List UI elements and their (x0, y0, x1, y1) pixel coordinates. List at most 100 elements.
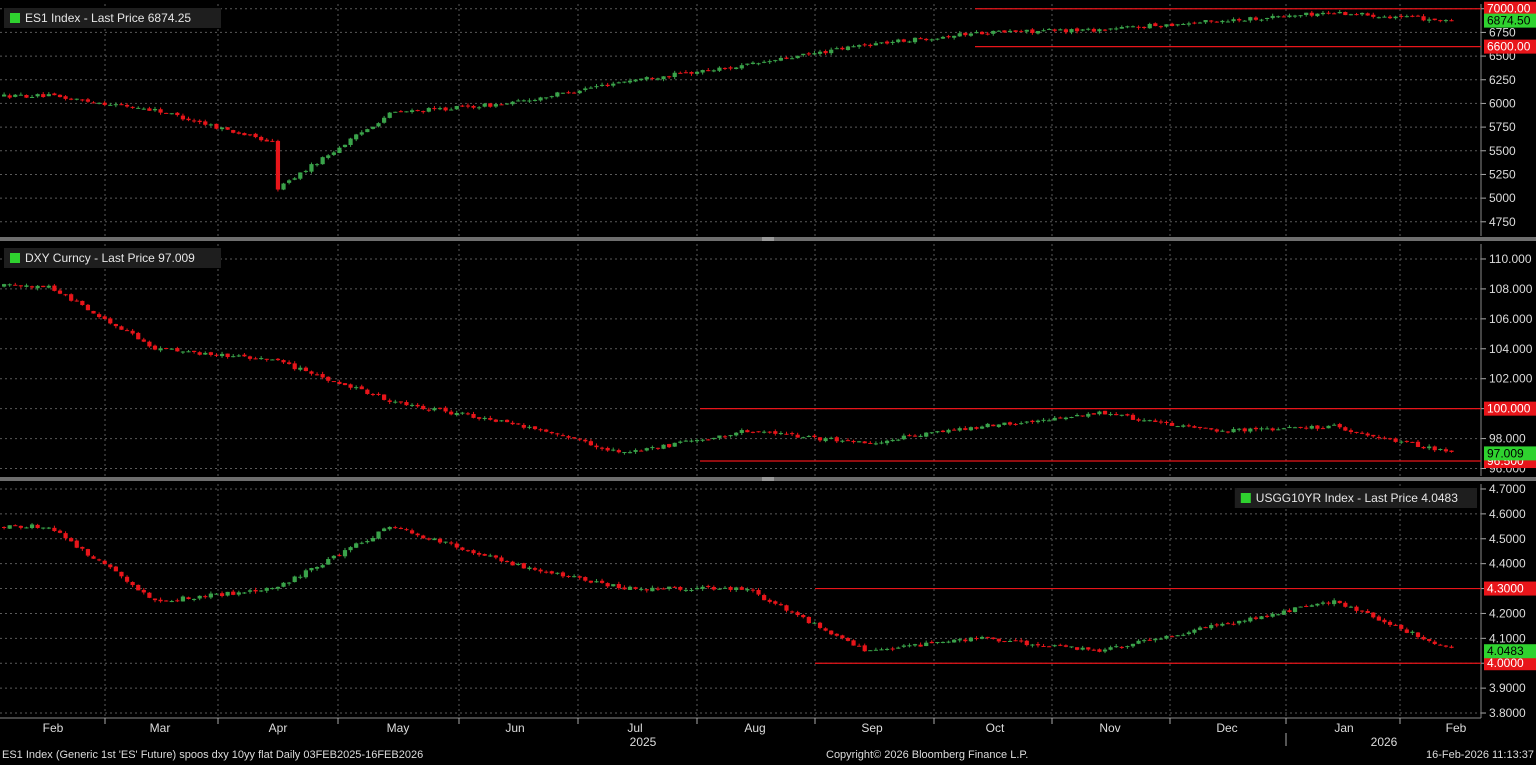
candle-body (1427, 638, 1432, 641)
candle-body (599, 84, 605, 86)
candle-body (851, 46, 856, 48)
candle-body (929, 432, 934, 434)
candle-body (991, 30, 996, 34)
candle-body (616, 450, 621, 453)
candle-body (1276, 614, 1281, 616)
candle-body (890, 440, 895, 442)
candle-body (1136, 640, 1141, 644)
candle-body (63, 294, 68, 296)
candle-body (750, 431, 756, 433)
candle-body (577, 90, 582, 94)
candle-body (762, 431, 767, 433)
candle-body (1030, 29, 1035, 33)
candle-body (667, 586, 672, 589)
candle-body (409, 404, 415, 406)
candle-body (639, 78, 644, 81)
candle-body (795, 612, 800, 616)
candle-body (7, 95, 12, 98)
candle-body (1220, 623, 1225, 626)
candle-body (1270, 613, 1275, 617)
candle-body (1304, 427, 1309, 429)
candle-body (1136, 419, 1141, 421)
candle-body (1192, 22, 1197, 24)
candle-body (186, 597, 191, 600)
candle-body (968, 427, 974, 431)
candle-body (1158, 421, 1164, 423)
candle-body (1091, 28, 1096, 32)
candle-body (1415, 632, 1421, 637)
candle-body (499, 420, 504, 422)
candle-body (119, 326, 124, 330)
candle-body (1242, 428, 1247, 432)
candle-body (583, 439, 588, 442)
candle-body (588, 441, 593, 446)
candle-body (292, 178, 297, 180)
candle-body (1332, 600, 1337, 605)
candle-body (298, 172, 303, 179)
candle-body (404, 402, 409, 406)
candle-body (80, 99, 85, 101)
candle-body (516, 423, 521, 425)
candle-body (1114, 414, 1119, 416)
y-tick-label: 3.8000 (1489, 706, 1526, 720)
candle-body (1169, 422, 1175, 426)
legend-swatch (10, 253, 20, 263)
candle-body (331, 555, 336, 559)
candle-body (627, 80, 633, 83)
candle-body (734, 432, 739, 436)
candle-body (728, 587, 733, 590)
candle-body (711, 437, 716, 440)
y-tick-label: 108.000 (1489, 282, 1533, 296)
candle-body (767, 431, 772, 433)
candle-body (884, 41, 890, 44)
candle-body (426, 108, 431, 112)
candle-body (443, 107, 448, 111)
candle-body (376, 123, 381, 127)
candle-body (1399, 624, 1404, 629)
candle-body (437, 407, 443, 409)
candle-body (1080, 647, 1085, 650)
candle-body (1371, 14, 1376, 17)
candle-body (488, 418, 493, 420)
candle-body (1091, 649, 1096, 651)
candle-body (1181, 634, 1186, 636)
candle-body (812, 53, 817, 55)
candle-body (952, 35, 957, 38)
candle-body (52, 527, 57, 532)
candle-body (840, 47, 845, 50)
candle-body (337, 381, 342, 384)
candle-body (672, 72, 677, 78)
candle-body (242, 592, 247, 594)
candle-body (471, 105, 476, 108)
candle-body (1080, 29, 1085, 31)
candle-body (1298, 606, 1303, 608)
candle-body (382, 528, 387, 532)
candle-body (197, 120, 202, 123)
candle-body (303, 170, 308, 172)
candle-body (929, 641, 934, 644)
candle-body (728, 435, 733, 437)
candle-body (1214, 429, 1219, 432)
candle-body (13, 525, 18, 527)
candle-body (1410, 631, 1415, 633)
candle-body (1253, 17, 1259, 20)
candle-body (152, 345, 158, 350)
candle-body (348, 138, 353, 145)
candle-body (80, 300, 85, 306)
candle-body (1410, 441, 1415, 443)
candle-body (1108, 647, 1113, 650)
candle-body (532, 426, 538, 430)
candle-body (538, 97, 543, 101)
candle-body (460, 547, 465, 550)
y-tick-label: 4.4000 (1489, 557, 1526, 571)
candle-body (834, 633, 839, 636)
candle-body (158, 109, 163, 113)
candle-body (225, 591, 230, 596)
candle-body (672, 586, 677, 588)
candle-body (74, 98, 79, 100)
candle-body (1035, 30, 1041, 34)
candle-body (912, 435, 918, 437)
candle-body (1019, 31, 1024, 33)
candle-body (968, 33, 974, 36)
candle-body (130, 330, 135, 334)
